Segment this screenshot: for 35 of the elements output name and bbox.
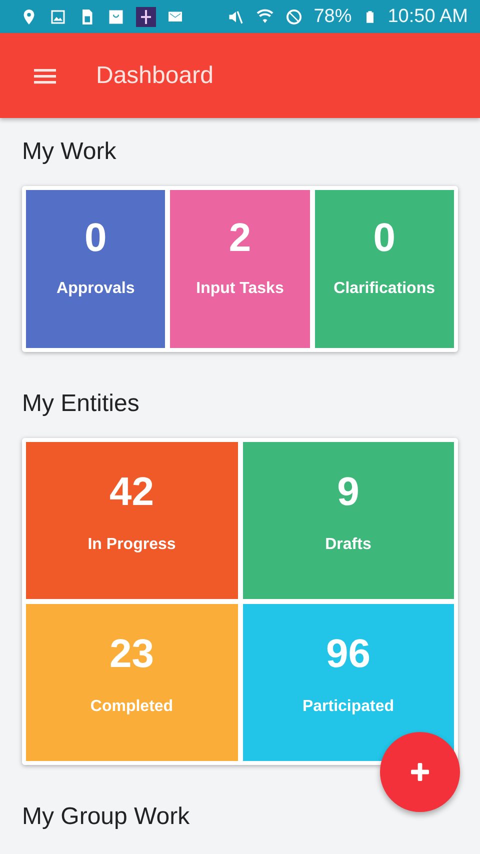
section-title: My Entities	[22, 390, 140, 418]
stat-tile[interactable]: 0 Approvals	[26, 190, 166, 348]
image-icon	[49, 8, 67, 26]
tile-count: 2	[228, 218, 252, 258]
plus-icon	[411, 763, 429, 781]
block-icon	[284, 8, 303, 26]
tile-label: Clarifications	[334, 280, 435, 298]
add-button[interactable]	[380, 732, 460, 812]
tile-label: Approvals	[56, 280, 135, 298]
shopping-bag-icon	[107, 8, 125, 26]
tile-count: 23	[110, 634, 154, 674]
stat-tile[interactable]: 9 Drafts	[242, 442, 454, 599]
battery-percentage: 78%	[314, 6, 352, 28]
stat-tile[interactable]: 23 Completed	[26, 604, 238, 761]
menu-icon[interactable]	[34, 66, 56, 84]
stat-tile[interactable]: 42 In Progress	[26, 442, 238, 599]
stat-tile[interactable]: 2 Input Tasks	[170, 190, 310, 348]
section-title: My Work	[22, 138, 116, 166]
stat-tile[interactable]: 0 Clarifications	[314, 190, 454, 348]
wifi-icon	[256, 8, 274, 26]
clock: 10:50 AM	[388, 6, 468, 28]
tile-count: 96	[326, 634, 370, 674]
tile-count: 42	[110, 472, 154, 512]
app-icon	[136, 6, 156, 26]
stat-tile[interactable]: 96 Participated	[242, 604, 454, 761]
tile-count: 9	[337, 472, 360, 512]
tile-label: Input Tasks	[196, 280, 284, 298]
tile-count: 0	[84, 218, 107, 258]
tile-label: Completed	[90, 698, 174, 716]
tile-label: Drafts	[325, 536, 372, 554]
app-bar-title: Dashboard	[96, 62, 214, 90]
tile-label: Participated	[302, 698, 394, 716]
tile-label: In Progress	[88, 536, 176, 554]
tile-count: 0	[373, 218, 396, 258]
section-title: My Group Work	[22, 803, 190, 831]
